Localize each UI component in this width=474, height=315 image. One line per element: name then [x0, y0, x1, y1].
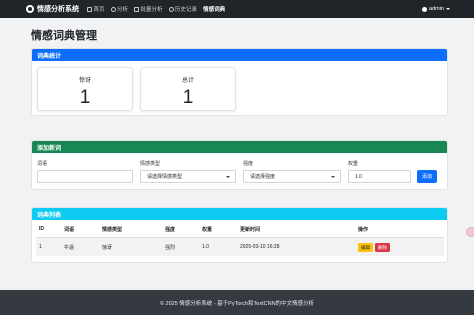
nav-history[interactable]: 历史记录 [168, 5, 198, 13]
weight-input[interactable]: 1.0 [348, 170, 411, 183]
cell-strength: 强烈 [165, 245, 176, 251]
strength-select[interactable]: 请选择强度 [243, 170, 341, 183]
strength-select-value: 请选择强度 [250, 174, 276, 180]
nav-batch-label: 批量分析 [140, 7, 163, 13]
floating-assistant-icon[interactable] [466, 227, 474, 237]
strength-label: 强度 [243, 161, 254, 167]
chevron-down-icon [331, 176, 335, 178]
cell-type: 惊讶 [102, 245, 113, 251]
type-select-value: 请选择情感类型 [147, 174, 183, 180]
brain-logo-icon [26, 5, 34, 13]
add-word-card: 添加新词 词语 情感类型 请选择情感类型 强度 请选择强度 权重 1.0 添加 [31, 140, 448, 190]
cell-updated: 2025-03-10 16:28 [240, 244, 280, 250]
word-label: 词语 [37, 161, 48, 167]
clock-icon [168, 6, 174, 12]
stat-value: 1 [182, 87, 194, 108]
nav-dictionary-label: 情感词典 [203, 7, 226, 13]
brand[interactable]: 情感分析系统 [26, 4, 79, 14]
cell-word: 牛逼 [64, 245, 75, 251]
stat-box-total: 总计 1 [140, 67, 236, 111]
col-strength: 强度 [165, 227, 176, 233]
add-word-card-header: 添加新词 [32, 141, 447, 153]
footer-text: © 2025 情感分析系统 - 基于PyTorch和TextCNN的中文情感分析 [159, 300, 315, 307]
nav-batch[interactable]: 批量分析 [134, 5, 163, 13]
nav-home[interactable]: 首页 [87, 5, 105, 13]
weight-label: 权重 [348, 161, 359, 167]
search-icon [110, 6, 116, 12]
edit-button[interactable]: 编辑 [358, 243, 373, 252]
stats-card-header: 词典统计 [32, 49, 447, 61]
col-id: ID [39, 226, 44, 232]
chevron-down-icon [226, 176, 230, 178]
stat-value: 1 [79, 87, 91, 108]
delete-button[interactable]: 删除 [375, 243, 390, 252]
caret-down-icon [446, 8, 450, 10]
nav-home-label: 首页 [93, 7, 105, 13]
user-icon [422, 6, 428, 12]
col-updated: 更新时间 [240, 227, 261, 233]
stat-label: 惊讶 [78, 78, 91, 84]
page-title: 情感词典管理 [31, 30, 97, 42]
word-input[interactable] [37, 170, 133, 183]
word-list-card-header: 词典列表 [32, 208, 447, 220]
col-weight: 权重 [202, 227, 213, 233]
stats-card: 词典统计 惊讶 1 总计 1 [31, 48, 448, 116]
user-name: admin [429, 6, 444, 12]
list-icon [134, 6, 140, 12]
type-select[interactable]: 请选择情感类型 [140, 170, 236, 183]
type-label: 情感类型 [140, 161, 161, 167]
col-actions: 操作 [358, 227, 369, 233]
user-menu[interactable]: admin [422, 0, 450, 18]
col-type: 情感类型 [102, 227, 123, 233]
add-button[interactable]: 添加 [417, 170, 437, 183]
stat-box-surprise: 惊讶 1 [37, 67, 133, 111]
nav-dictionary[interactable]: 情感词典 [203, 5, 225, 13]
word-list-card: 词典列表 ID 词语 情感类型 强度 权重 更新时间 操作 1 牛逼 惊讶 强烈… [31, 207, 448, 263]
stat-label: 总计 [181, 78, 194, 84]
footer: © 2025 情感分析系统 - 基于PyTorch和TextCNN的中文情感分析 [0, 290, 474, 315]
cell-weight: 1.0 [202, 244, 209, 250]
home-icon [87, 6, 92, 12]
nav-analyze-label: 分析 [117, 7, 129, 13]
navbar: 情感分析系统 首页 分析 批量分析 历史记录 情感词典 admin [0, 0, 474, 18]
col-word: 词语 [64, 227, 75, 233]
nav-history-label: 历史记录 [175, 7, 198, 13]
cell-id: 1 [39, 244, 42, 250]
brand-title: 情感分析系统 [37, 6, 79, 13]
nav-analyze[interactable]: 分析 [110, 5, 129, 13]
